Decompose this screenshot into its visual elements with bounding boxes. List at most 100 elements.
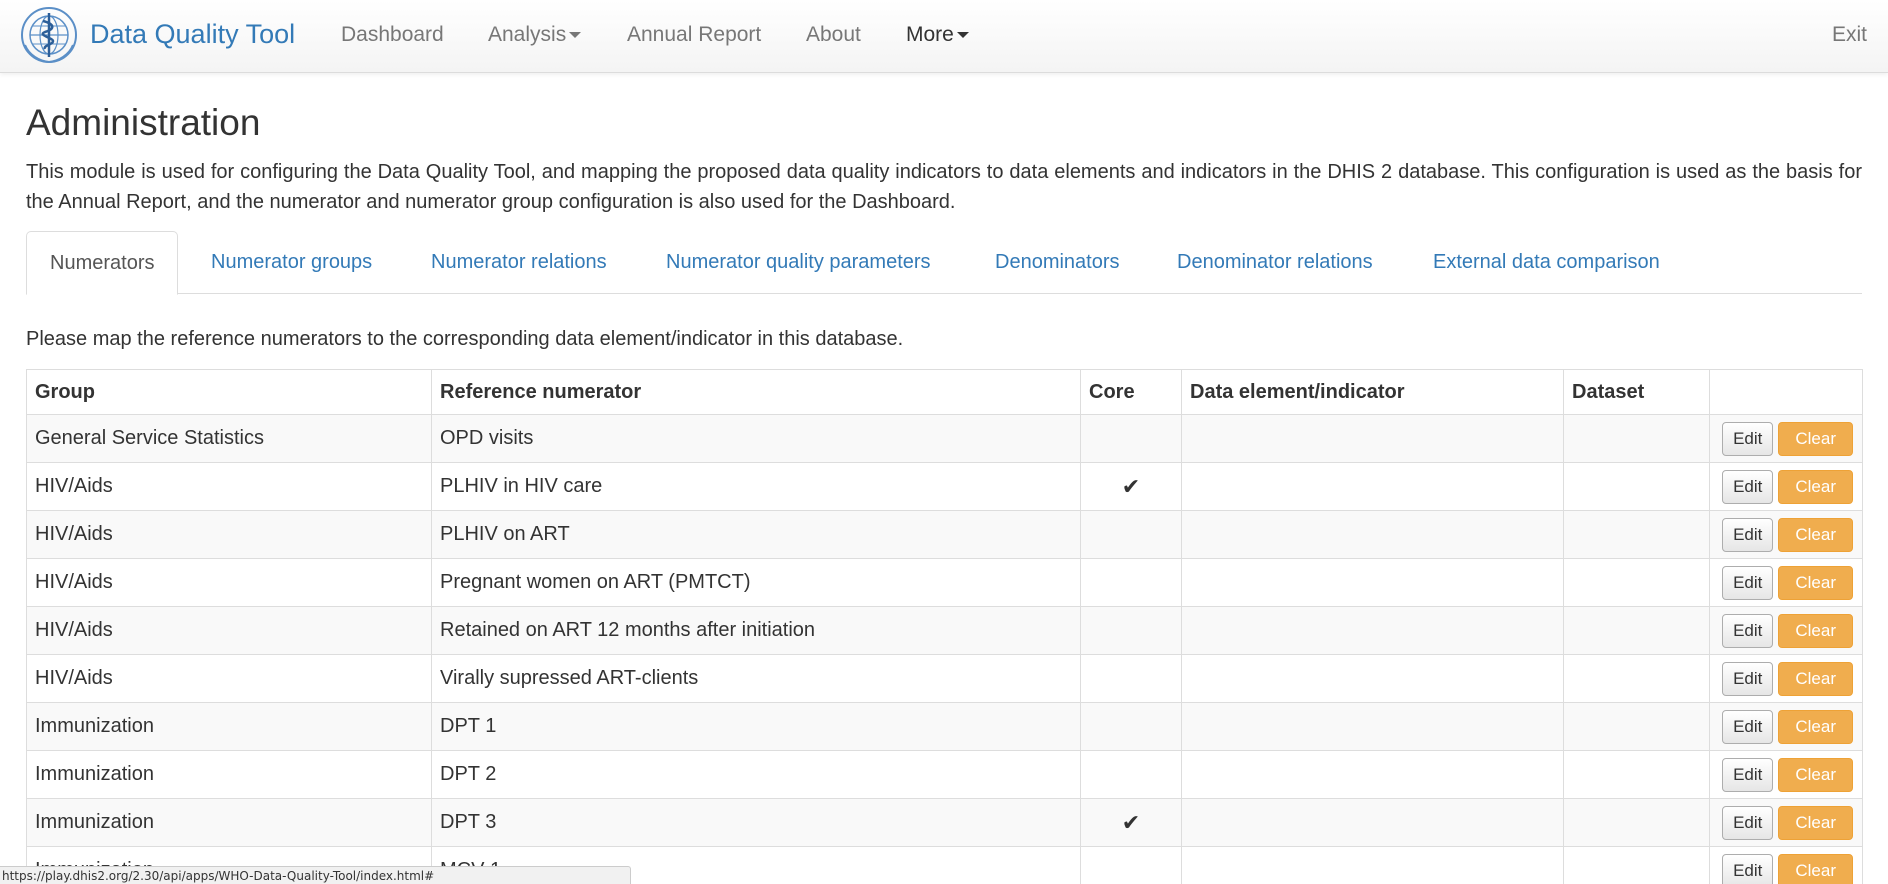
tab-denominator-relations[interactable]: Denominator relations	[1177, 231, 1373, 294]
cell-actions: Edit Clear	[1709, 702, 1863, 751]
tab-numerator-relations[interactable]: Numerator relations	[431, 231, 607, 294]
cell-dataset	[1563, 558, 1710, 607]
cell-dataset	[1563, 798, 1710, 847]
tab-numerator-groups[interactable]: Numerator groups	[211, 231, 372, 294]
clear-button[interactable]: Clear	[1778, 709, 1853, 744]
clear-button[interactable]: Clear	[1778, 805, 1853, 840]
cell-data-element	[1181, 654, 1564, 703]
clear-button[interactable]: Clear	[1778, 613, 1853, 648]
nav-annual-report[interactable]: Annual Report	[627, 22, 761, 48]
cell-dataset	[1563, 846, 1710, 884]
cell-core	[1080, 702, 1182, 751]
cell-data-element	[1181, 702, 1564, 751]
page-intro: This module is used for configuring the …	[26, 161, 1862, 213]
edit-button[interactable]: Edit	[1722, 757, 1774, 792]
cell-core: ✔	[1080, 462, 1182, 511]
cell-reference-numerator: OPD visits	[431, 414, 1081, 463]
brand-title[interactable]: Data Quality Tool	[90, 18, 295, 50]
cell-actions: Edit Clear	[1709, 510, 1863, 559]
nav-about[interactable]: About	[806, 22, 861, 48]
cell-dataset	[1563, 702, 1710, 751]
cell-core	[1080, 510, 1182, 559]
table-body: General Service Statistics OPD visits Edit…	[26, 414, 1863, 884]
tab-external-data-comparison[interactable]: External data comparison	[1433, 231, 1660, 294]
cell-core: ✔	[1080, 798, 1182, 847]
cell-group: HIV/Aids	[26, 606, 432, 655]
cell-data-element	[1181, 414, 1564, 463]
cell-actions: Edit Clear	[1709, 558, 1863, 607]
clear-button[interactable]: Clear	[1778, 853, 1853, 884]
cell-core	[1080, 846, 1182, 884]
edit-button[interactable]: Edit	[1722, 421, 1774, 456]
table-row: Immunization DPT 2 Edit Clear	[26, 750, 1863, 799]
table-row: HIV/Aids Pregnant women on ART (PMTCT) Edi…	[26, 558, 1863, 607]
header-dataset: Dataset	[1563, 369, 1710, 415]
cell-data-element	[1181, 606, 1564, 655]
cell-dataset	[1563, 654, 1710, 703]
clear-button[interactable]: Clear	[1778, 757, 1853, 792]
check-icon: ✔	[1121, 809, 1141, 835]
nav-exit-label: Exit	[1832, 23, 1868, 46]
cell-reference-numerator: DPT 3	[431, 798, 1081, 847]
nav-dashboard-label: Dashboard	[341, 23, 444, 46]
cell-reference-numerator: PLHIV in HIV care	[431, 462, 1081, 511]
check-icon: ✔	[1121, 473, 1141, 499]
who-logo-icon[interactable]	[19, 5, 79, 65]
cell-data-element	[1181, 558, 1564, 607]
tab-denominators[interactable]: Denominators	[995, 231, 1120, 294]
cell-group: General Service Statistics	[26, 414, 432, 463]
nav-analysis-label: Analysis	[488, 23, 567, 46]
table-row: Immunization DPT 3 ✔ Edit Clear	[26, 798, 1863, 847]
cell-core	[1080, 414, 1182, 463]
edit-button[interactable]: Edit	[1722, 661, 1774, 696]
cell-data-element	[1181, 798, 1564, 847]
clear-button[interactable]: Clear	[1778, 469, 1853, 504]
clear-button[interactable]: Clear	[1778, 661, 1853, 696]
cell-core	[1080, 750, 1182, 799]
nav-analysis-dropdown[interactable]: Analysis	[488, 22, 582, 48]
table-row: Immunization DPT 1 Edit Clear	[26, 702, 1863, 751]
cell-group: HIV/Aids	[26, 510, 432, 559]
cell-reference-numerator: Pregnant women on ART (PMTCT)	[431, 558, 1081, 607]
nav-about-label: About	[806, 23, 861, 46]
cell-group: Immunization	[26, 702, 432, 751]
caret-down-icon	[956, 32, 969, 39]
cell-group: HIV/Aids	[26, 462, 432, 511]
nav-more-label: More	[906, 23, 954, 46]
cell-group: Immunization	[26, 750, 432, 799]
tab-numerator-quality-parameters[interactable]: Numerator quality parameters	[666, 231, 931, 294]
cell-reference-numerator: Virally supressed ART-clients	[431, 654, 1081, 703]
cell-dataset	[1563, 462, 1710, 511]
browser-status-url: https://play.dhis2.org/2.30/api/apps/WHO…	[0, 866, 631, 884]
nav-annual-report-label: Annual Report	[627, 23, 762, 46]
edit-button[interactable]: Edit	[1722, 613, 1774, 648]
edit-button[interactable]: Edit	[1722, 853, 1774, 884]
cell-data-element	[1181, 510, 1564, 559]
table-row: HIV/Aids Retained on ART 12 months after …	[26, 606, 1863, 655]
clear-button[interactable]: Clear	[1778, 565, 1853, 600]
clear-button[interactable]: Clear	[1778, 421, 1853, 456]
header-data-element: Data element/indicator	[1181, 369, 1564, 415]
cell-reference-numerator: Retained on ART 12 months after initiati…	[431, 606, 1081, 655]
cell-data-element	[1181, 462, 1564, 511]
cell-actions: Edit Clear	[1709, 606, 1863, 655]
cell-actions: Edit Clear	[1709, 654, 1863, 703]
clear-button[interactable]: Clear	[1778, 517, 1853, 552]
cell-actions: Edit Clear	[1709, 750, 1863, 799]
nav-more-dropdown[interactable]: More	[906, 22, 969, 48]
nav-dashboard[interactable]: Dashboard	[341, 22, 444, 48]
cell-group: HIV/Aids	[26, 654, 432, 703]
cell-core	[1080, 606, 1182, 655]
edit-button[interactable]: Edit	[1722, 709, 1774, 744]
cell-dataset	[1563, 414, 1710, 463]
table-row: HIV/Aids PLHIV in HIV care ✔ Edit Clear	[26, 462, 1863, 511]
edit-button[interactable]: Edit	[1722, 517, 1774, 552]
cell-reference-numerator: PLHIV on ART	[431, 510, 1081, 559]
header-actions	[1709, 369, 1863, 415]
edit-button[interactable]: Edit	[1722, 469, 1774, 504]
edit-button[interactable]: Edit	[1722, 565, 1774, 600]
nav-exit[interactable]: Exit	[1832, 22, 1867, 48]
cell-core	[1080, 654, 1182, 703]
tab-numerators[interactable]: Numerators	[26, 231, 179, 295]
edit-button[interactable]: Edit	[1722, 805, 1774, 840]
